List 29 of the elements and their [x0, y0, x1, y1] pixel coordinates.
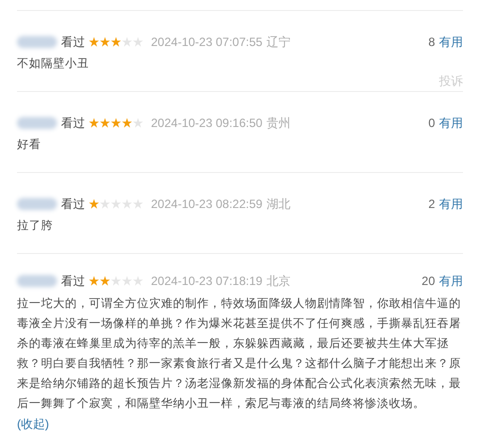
vote-count: 2 — [428, 196, 435, 213]
review-location: 辽宁 — [266, 34, 290, 51]
vote-count: 0 — [428, 115, 435, 132]
blurred-username — [17, 275, 57, 287]
blurred-username — [17, 117, 57, 129]
collapse-link[interactable]: (收起) — [17, 414, 49, 434]
useful-link[interactable]: 有用 — [439, 114, 463, 132]
review-text: 拉了胯 — [17, 218, 54, 234]
blurred-username — [17, 36, 57, 48]
useful-link[interactable]: 有用 — [439, 272, 463, 290]
review-location: 北京 — [266, 273, 290, 290]
watch-status: 看过 — [61, 273, 85, 290]
review-time: 2024-10-23 07:18:19 — [151, 273, 262, 290]
useful-link[interactable]: 有用 — [439, 33, 463, 51]
review-text: 好看 — [17, 137, 42, 153]
vote-count: 20 — [422, 273, 435, 290]
review-location: 贵州 — [266, 115, 290, 132]
useful-link[interactable]: 有用 — [439, 195, 463, 213]
watch-status: 看过 — [61, 115, 85, 132]
vote-count: 8 — [428, 34, 435, 51]
review-location: 湖北 — [266, 196, 290, 213]
review-time: 2024-10-23 08:22:59 — [151, 196, 262, 213]
review-text: 不如隔壁小丑 — [17, 56, 90, 72]
watch-status: 看过 — [61, 196, 85, 213]
watch-status: 看过 — [61, 34, 85, 51]
review-text: 拉一坨大的，可谓全方位灾难的制作，特效场面降级人物剧情降智，你敢相信牛逼的毒液全片没有一场像样的单挑？作为爆米花甚至提供不了任何爽感，手撕暴乱狂吞屠杀的毒液在蜂巢里成为待宰的羔羊一般，东躲躲西藏藏，最后还要被共生体大军拯救？明白要自我牺牲？那一家素食旅行者又是什么鬼？这都什么脑子才能想出来？原来是给纳尔铺路的超长预告片？汤老湿像新发福的身体配合公式化表演索然无味，最后一舞舞了个寂寞，和隔壁华纳小丑一样，索尼与毒液的结局终将惨淡收场。 — [17, 296, 462, 412]
review-time: 2024-10-23 07:07:55 — [151, 34, 262, 51]
review-time: 2024-10-23 09:16:50 — [151, 115, 262, 132]
blurred-username — [17, 198, 57, 210]
